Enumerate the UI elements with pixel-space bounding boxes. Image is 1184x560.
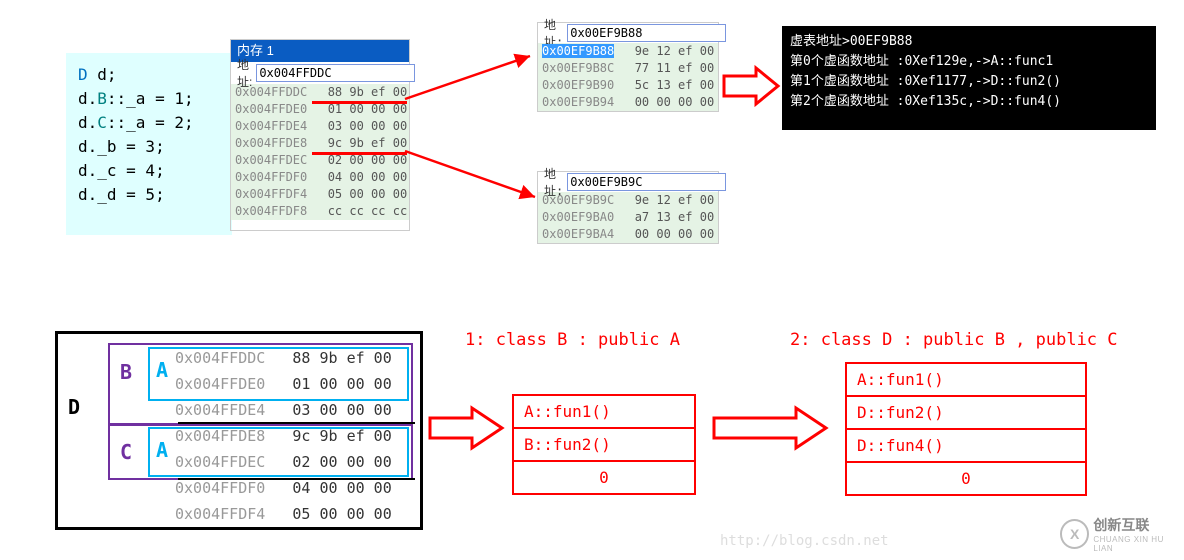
code-line: D d; [78,63,220,87]
class-label-a: A [156,358,168,382]
class-label-a: A [156,438,168,462]
big-arrow-icon [712,406,830,451]
vtable-box-2: A::fun1() D::fun2() D::fun4() 0 [845,362,1087,496]
logo-icon: X [1060,519,1089,549]
class-label-d: D [68,395,80,419]
address-row: 地址: [231,62,409,84]
console-line: 第2个虚函数地址 :0Xef135c,->D::fun4() [790,92,1148,112]
code-line: d._d = 5; [78,183,220,207]
address-row: 地址: [538,23,718,43]
address-input[interactable] [567,173,726,191]
code-panel: D d; d.B::_a = 1; d.C::_a = 2; d._b = 3;… [66,53,232,235]
memory-panel-3: 地址: 0x00EF9B9C 9e 12 ef 000x00EF9BA0 a7 … [537,171,719,244]
console-line: 第1个虚函数地址 :0Xef1177,->D::fun2() [790,72,1148,92]
code-line: d._c = 4; [78,159,220,183]
layout-rows: 0x004FFDDC 88 9b ef 000x004FFDE0 01 00 0… [175,345,392,527]
memory-panel-2: 地址: 0x00EF9B88 9e 12 ef 000x00EF9B8C 77 … [537,22,719,112]
memory-body: 0x00EF9B88 9e 12 ef 000x00EF9B8C 77 11 e… [538,43,718,111]
big-arrow-icon [428,406,506,451]
vtable-cell: 0 [847,461,1085,494]
console-line: 虚表地址>00EF9B88 [790,32,1148,52]
class-label-b: B [120,360,132,384]
big-arrow-icon [722,66,782,106]
code-line: d._b = 3; [78,135,220,159]
vtable-cell: B::fun2() [514,427,694,460]
vtable-cell: A::fun1() [514,396,694,427]
vtable-cell: A::fun1() [847,364,1085,395]
vtable-box-1: A::fun1() B::fun2() 0 [512,394,696,495]
vtable-cell: D::fun2() [847,395,1085,428]
console-output: 虚表地址>00EF9B88 第0个虚函数地址 :0Xef129e,->A::fu… [782,26,1156,130]
watermark-url: http://blog.csdn.net [720,533,889,549]
address-row: 地址: [538,172,718,192]
brand-sub: CHUANG XIN HU LIAN [1093,535,1184,553]
memory-panel-title: 内存 1 [231,40,409,62]
red-underline [312,152,407,155]
vtable-title-2: 2: class D : public B , public C [790,330,1118,350]
brand-name: 创新互联 [1093,515,1184,535]
vtable-cell: D::fun4() [847,428,1085,461]
address-input[interactable] [567,24,726,42]
red-underline [312,101,407,104]
memory-body: 0x00EF9B9C 9e 12 ef 000x00EF9BA0 a7 13 e… [538,192,718,243]
memory-panel-1: 内存 1 地址: 0x004FFDDC 88 9b ef 000x004FFDE… [230,39,410,231]
arrow-line [405,52,540,157]
console-line: 第0个虚函数地址 :0Xef129e,->A::func1 [790,52,1148,72]
code-line: d.B::_a = 1; [78,87,220,111]
vtable-cell: 0 [514,460,694,493]
address-input[interactable] [256,64,415,82]
code-line: d.C::_a = 2; [78,111,220,135]
separator-line [178,422,415,424]
watermark-logo: X 创新互联 CHUANG XIN HU LIAN [1060,515,1184,553]
separator-line [178,478,415,480]
vtable-title-1: 1: class B : public A [465,330,680,350]
class-label-c: C [120,440,132,464]
